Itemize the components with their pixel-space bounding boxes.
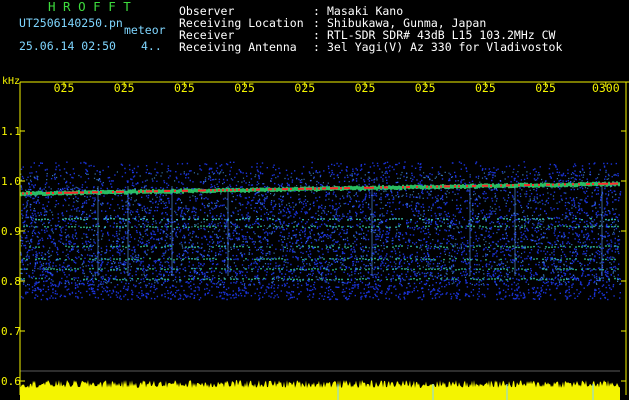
x-tick-label: 025 (114, 81, 135, 95)
x-tick-label: 025 (234, 81, 255, 95)
axis-layer: kHz 1.1 1.0 0.9 0.8 0.7 0.6 025 025 025 025 025 025 0… (1, 76, 629, 395)
y-tick-label: 1.1 (1, 125, 21, 138)
faint-signal-line (23, 225, 619, 229)
x-tick-label: 0300 (592, 81, 620, 95)
faint-signal-line (20, 267, 619, 271)
x-tick-label: 025 (294, 81, 315, 95)
y-tick-label: 0.9 (1, 225, 21, 238)
y-tick-label: 0.8 (1, 275, 21, 288)
y-tick-label: 0.7 (1, 325, 21, 338)
x-tick-label: 025 (355, 81, 376, 95)
signal-strength-strip (20, 370, 620, 400)
faint-signal-line (35, 217, 616, 221)
x-tick-label: 025 (54, 81, 75, 95)
y-tick-label: 1.0 (1, 175, 21, 188)
x-tick-label: 025 (475, 81, 496, 95)
faint-signal-line (29, 245, 619, 249)
y-tick-label: 0.6 (1, 375, 21, 388)
spectrogram-chart: kHz 1.1 1.0 0.9 0.8 0.7 0.6 025 025 025 025 025 025 0… (1, 76, 629, 400)
y-axis-label: kHz (2, 76, 20, 87)
signal-strength-fill (20, 380, 620, 400)
x-tick-label: 025 (535, 81, 556, 95)
x-tick-label: 025 (415, 81, 436, 95)
x-tick-label: 025 (174, 81, 195, 95)
